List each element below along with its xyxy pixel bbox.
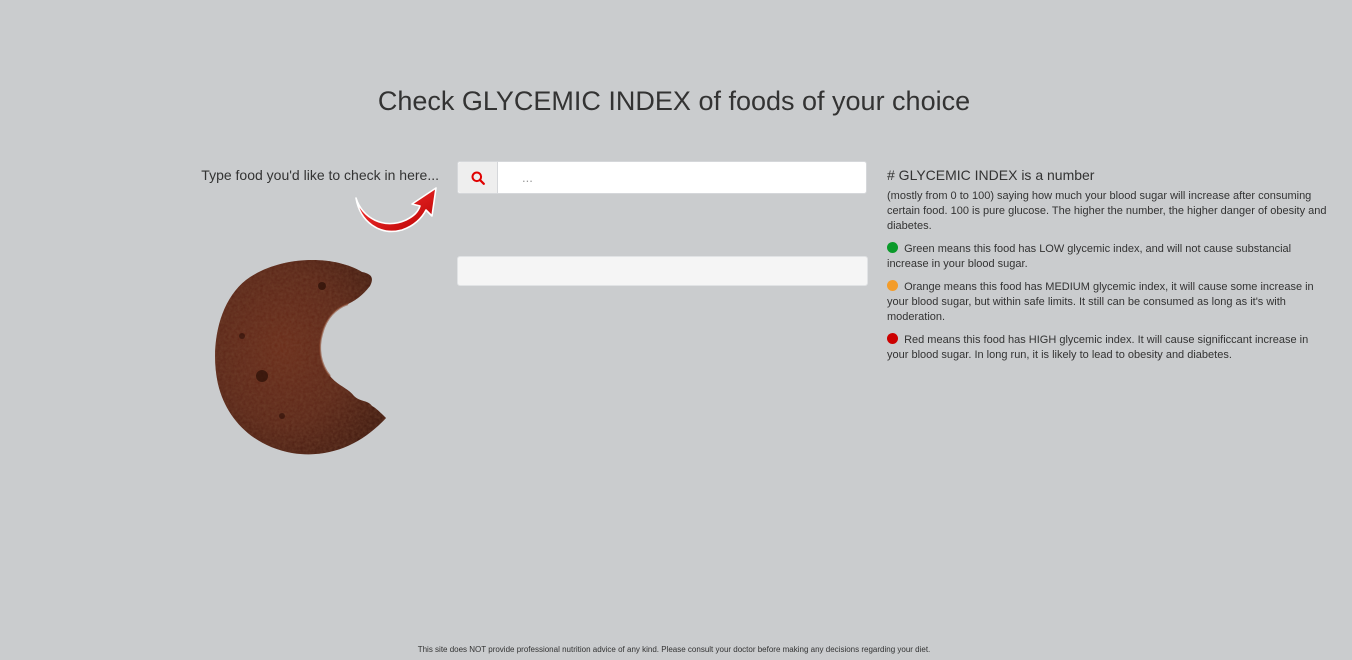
green-dot-icon — [887, 242, 898, 253]
info-item-red-text: Red means this food has HIGH glycemic in… — [887, 334, 1309, 361]
red-dot-icon — [887, 333, 898, 344]
info-item-orange: Orange means this food has MEDIUM glycem… — [887, 280, 1332, 325]
info-item-green: Green means this food has LOW glycemic i… — [887, 242, 1332, 272]
glycemic-info-panel: # GLYCEMIC INDEX is a number (mostly fro… — [887, 166, 1332, 371]
food-search-group — [457, 161, 867, 194]
search-prompt-label: Type food you'd like to check in here... — [201, 167, 439, 183]
info-item-red: Red means this food has HIGH glycemic in… — [887, 333, 1332, 363]
food-search-input[interactable] — [498, 162, 866, 193]
bitten-cookie-image — [215, 260, 386, 455]
curved-arrow-icon — [355, 187, 437, 233]
search-button[interactable] — [458, 162, 498, 193]
page: Check GLYCEMIC INDEX of foods of your ch… — [0, 0, 1352, 660]
search-icon — [471, 171, 485, 185]
orange-dot-icon — [887, 280, 898, 291]
info-item-orange-text: Orange means this food has MEDIUM glycem… — [887, 281, 1314, 323]
info-description: (mostly from 0 to 100) saying how much y… — [887, 190, 1327, 232]
footer-disclaimer: This site does NOT provide professional … — [417, 645, 931, 654]
info-heading: # GLYCEMIC INDEX is a number — [887, 167, 1095, 183]
glycemic-result-box — [457, 256, 868, 286]
page-title: Check GLYCEMIC INDEX of foods of your ch… — [377, 86, 971, 117]
info-item-green-text: Green means this food has LOW glycemic i… — [887, 243, 1292, 270]
